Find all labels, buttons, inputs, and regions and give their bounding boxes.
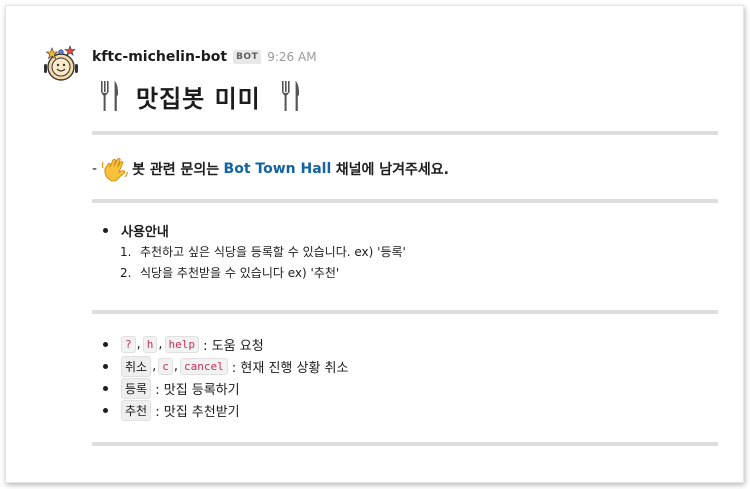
page-title: 맛집봇 미미: [136, 84, 261, 113]
list-item: 추천 : 맛집 추천받기: [92, 399, 348, 421]
command-code: help: [164, 335, 200, 353]
commands-section: ?, h, help : 도움 요청 취소, c, cancel : 현재 진행…: [92, 333, 348, 421]
divider: [92, 199, 718, 203]
step-text: 식당을 추천받을 수 있습니다 ex) '추천': [140, 266, 340, 280]
command-code: h: [142, 335, 158, 353]
notice-text-before: 봇 관련 문의는: [132, 162, 220, 178]
bullet-dot: [103, 363, 108, 369]
command-code: ?: [121, 335, 136, 353]
bot-badge: BOT: [233, 50, 262, 64]
message-title: 맛집봇 미미: [98, 76, 301, 116]
command-code: 취소: [121, 355, 152, 377]
waving-hand-icon: [101, 157, 129, 182]
notice-dash: -: [92, 161, 98, 177]
step-number: 1.: [120, 244, 132, 259]
bot-name-link[interactable]: kftc-michelin-bot: [92, 49, 227, 65]
notice-text-after: 채널에 남겨주세요.: [335, 162, 449, 178]
step-number: 2.: [120, 265, 132, 280]
command-description: : 도움 요청: [203, 338, 264, 354]
divider: [92, 131, 718, 135]
list-item: 취소, c, cancel : 현재 진행 상황 취소: [92, 355, 348, 377]
command-code: 추천: [121, 399, 152, 421]
fork-knife-icon: [101, 81, 119, 111]
usage-section: 사용안내 1. 추천하고 싶은 식당을 등록할 수 있습니다. ex) '등록'…: [92, 219, 406, 283]
bullet-dot: [103, 227, 108, 233]
command-description: : 맛집 추천받기: [155, 404, 240, 420]
fork-knife-icon: [281, 81, 299, 111]
step-text: 추천하고 싶은 식당을 등록할 수 있습니다. ex) '등록': [140, 245, 406, 259]
list-item: 사용안내: [92, 219, 406, 241]
list-item: ?, h, help : 도움 요청: [92, 333, 348, 355]
divider: [92, 442, 718, 446]
message-timestamp[interactable]: 9:26 AM: [267, 50, 316, 64]
divider: [92, 310, 718, 314]
message-header: kftc-michelin-bot BOT 9:26 AM: [92, 47, 317, 67]
notice-line: - 봇 관련 문의는 Bot Town Hall 채널에 남겨주세요.: [92, 155, 449, 183]
usage-heading: 사용안내: [121, 224, 169, 240]
command-code: c: [158, 357, 173, 375]
bot-town-hall-link[interactable]: Bot Town Hall: [224, 161, 332, 177]
bullet-dot: [103, 341, 108, 347]
command-description: : 맛집 등록하기: [155, 382, 240, 398]
command-code: 등록: [121, 377, 152, 399]
list-item: 등록 : 맛집 등록하기: [92, 377, 348, 399]
command-code: cancel: [180, 357, 228, 375]
ordered-list-item: 1. 추천하고 싶은 식당을 등록할 수 있습니다. ex) '등록': [92, 241, 406, 262]
ordered-list-item: 2. 식당을 추천받을 수 있습니다 ex) '추천': [92, 262, 406, 283]
command-description: : 현재 진행 상황 취소: [231, 360, 349, 376]
bullet-dot: [103, 385, 108, 391]
bot-avatar-icon[interactable]: [41, 44, 81, 84]
bullet-dot: [103, 407, 108, 413]
